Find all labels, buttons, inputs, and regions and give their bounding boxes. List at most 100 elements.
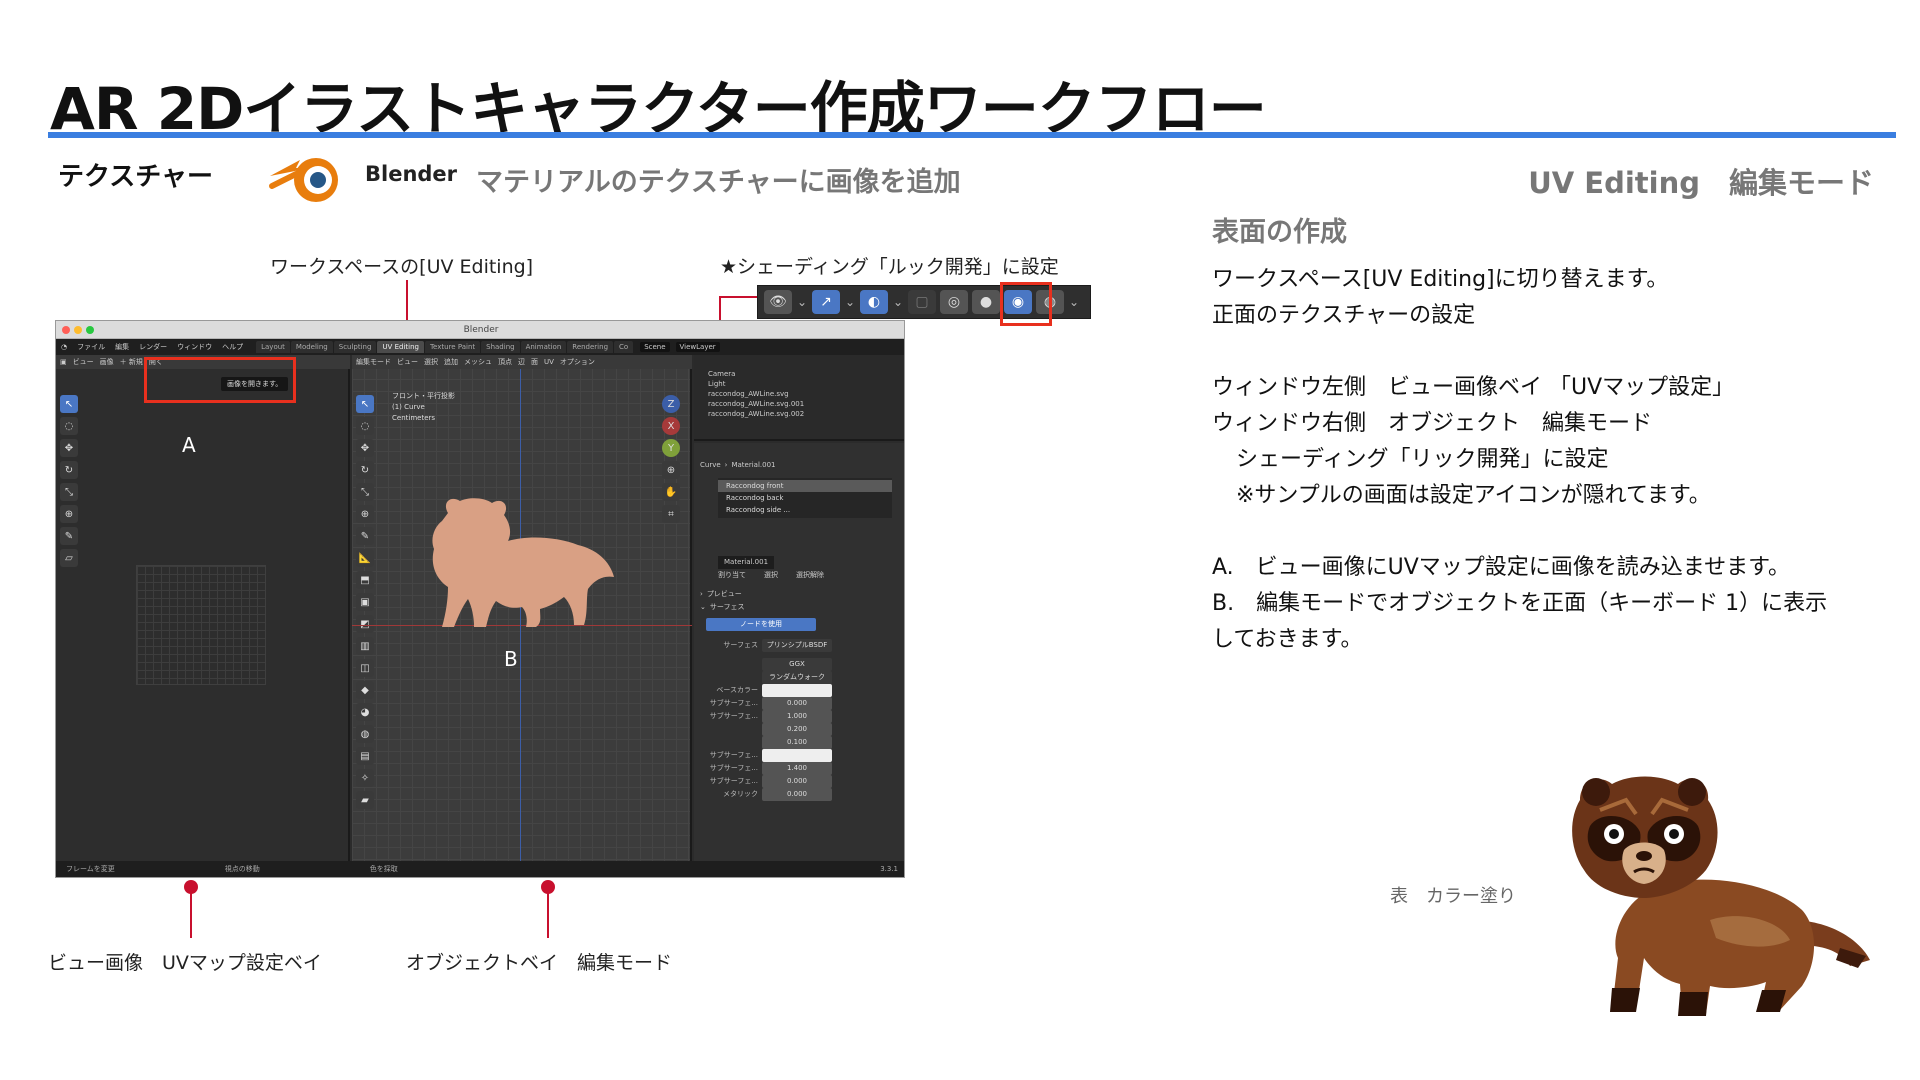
- scene-field[interactable]: Scene: [640, 342, 670, 352]
- axis-x-icon[interactable]: X: [662, 417, 680, 435]
- measure-tool-icon[interactable]: 📐: [356, 549, 374, 567]
- outliner-item[interactable]: raccondog_AWLine.svg.002: [694, 409, 904, 419]
- annotate-tool-icon[interactable]: ✎: [60, 527, 78, 545]
- overlay-icon[interactable]: ◐: [860, 290, 888, 314]
- surface-panel[interactable]: ⌄ サーフェス: [694, 601, 904, 614]
- tab-animation[interactable]: Animation: [520, 341, 567, 353]
- chevron-down-icon[interactable]: ⌄: [796, 295, 808, 309]
- outliner-item[interactable]: Light: [694, 379, 904, 389]
- menu-view[interactable]: ビュー: [73, 357, 94, 367]
- preview-panel[interactable]: › プレビュー: [694, 588, 904, 601]
- select-tool-icon[interactable]: ↖: [356, 395, 374, 413]
- view-layer-field[interactable]: ViewLayer: [675, 342, 720, 352]
- smooth-tool-icon[interactable]: ◍: [356, 725, 374, 743]
- maximize-icon[interactable]: [86, 326, 94, 334]
- cursor-tool-icon[interactable]: ◌: [356, 417, 374, 435]
- menu-view[interactable]: ビュー: [397, 357, 418, 367]
- property-value[interactable]: 0.000: [762, 775, 832, 788]
- menu-uv[interactable]: UV: [544, 358, 554, 366]
- select-button[interactable]: 選択: [764, 569, 778, 582]
- shrink-tool-icon[interactable]: ✧: [356, 769, 374, 787]
- xray-icon[interactable]: ▢: [908, 290, 936, 314]
- rotate-tool-icon[interactable]: ↻: [356, 461, 374, 479]
- chevron-down-icon[interactable]: ⌄: [844, 295, 856, 309]
- pan-hand-icon[interactable]: ✋: [662, 483, 680, 501]
- mode-dropdown[interactable]: 編集モード: [356, 357, 391, 367]
- material-slot[interactable]: Raccondog front: [718, 480, 892, 492]
- blender-menu-icon[interactable]: ◔: [56, 343, 72, 351]
- menu-mesh[interactable]: メッシュ: [464, 357, 492, 367]
- outliner-item[interactable]: raccondog_AWLine.svg.001: [694, 399, 904, 409]
- poly-build-tool-icon[interactable]: ◆: [356, 681, 374, 699]
- move-tool-icon[interactable]: ✥: [60, 439, 78, 457]
- loop-cut-tool-icon[interactable]: ▥: [356, 637, 374, 655]
- menu-help[interactable]: ヘルプ: [217, 342, 248, 352]
- property-value[interactable]: 0.000: [762, 788, 832, 801]
- knife-tool-icon[interactable]: ◫: [356, 659, 374, 677]
- gizmo-icon[interactable]: ↗: [812, 290, 840, 314]
- bevel-tool-icon[interactable]: ◩: [356, 615, 374, 633]
- close-icon[interactable]: [62, 326, 70, 334]
- material-slot[interactable]: Raccondog side ...: [718, 504, 892, 516]
- annotate-tool-icon[interactable]: ✎: [356, 527, 374, 545]
- menu-edit[interactable]: 編集: [110, 342, 134, 352]
- tab-compositing[interactable]: Co: [614, 341, 634, 353]
- grab-tool-icon[interactable]: ▱: [60, 549, 78, 567]
- property-value[interactable]: 0.200: [762, 723, 832, 736]
- editor-type-icon[interactable]: ▣: [60, 358, 67, 366]
- inset-tool-icon[interactable]: ▣: [356, 593, 374, 611]
- outliner-item[interactable]: Camera: [694, 369, 904, 379]
- material-slot[interactable]: Raccondog back: [718, 492, 892, 504]
- menu-file[interactable]: ファイル: [72, 342, 110, 352]
- transform-tool-icon[interactable]: ⊕: [60, 505, 78, 523]
- menu-add[interactable]: 追加: [444, 357, 458, 367]
- outliner-item[interactable]: raccondog_AWLine.svg: [694, 389, 904, 399]
- cursor-tool-icon[interactable]: ◌: [60, 417, 78, 435]
- menu-image[interactable]: 画像: [100, 357, 114, 367]
- scale-tool-icon[interactable]: ⤡: [60, 483, 78, 501]
- visibility-icon[interactable]: 👁: [764, 290, 792, 314]
- edge-slide-tool-icon[interactable]: ▤: [356, 747, 374, 765]
- material-name-field[interactable]: Material.001: [718, 556, 775, 569]
- menu-window[interactable]: ウィンドウ: [172, 342, 217, 352]
- property-value[interactable]: 1.000: [762, 710, 832, 723]
- deselect-button[interactable]: 選択解除: [796, 569, 824, 582]
- assign-button[interactable]: 割り当て: [718, 569, 746, 582]
- tab-sculpting[interactable]: Sculpting: [333, 341, 377, 353]
- solid-shading-icon[interactable]: ●: [972, 290, 1000, 314]
- options-dropdown[interactable]: オプション: [560, 357, 595, 367]
- zoom-icon[interactable]: ⊕: [662, 461, 680, 479]
- surface-shader-field[interactable]: プリンシプルBSDF: [762, 639, 832, 652]
- property-value[interactable]: 0.100: [762, 736, 832, 749]
- wireframe-shading-icon[interactable]: ◎: [940, 290, 968, 314]
- new-image-button[interactable]: ＋ 新規: [120, 357, 143, 367]
- scale-tool-icon[interactable]: ⤡: [356, 483, 374, 501]
- tab-shading[interactable]: Shading: [481, 341, 520, 353]
- extrude-tool-icon[interactable]: ⬒: [356, 571, 374, 589]
- tab-layout[interactable]: Layout: [256, 341, 290, 353]
- rotate-tool-icon[interactable]: ↻: [60, 461, 78, 479]
- tab-modeling[interactable]: Modeling: [290, 341, 333, 353]
- move-tool-icon[interactable]: ✥: [356, 439, 374, 457]
- menu-face[interactable]: 面: [531, 357, 538, 367]
- use-nodes-button[interactable]: ノードを使用: [706, 618, 816, 631]
- tab-rendering[interactable]: Rendering: [567, 341, 614, 353]
- menu-select[interactable]: 選択: [424, 357, 438, 367]
- transform-tool-icon[interactable]: ⊕: [356, 505, 374, 523]
- property-value[interactable]: 0.000: [762, 697, 832, 710]
- menu-edge[interactable]: 辺: [518, 357, 525, 367]
- camera-view-icon[interactable]: ⌗: [662, 505, 680, 523]
- subsurface-method-dropdown[interactable]: ランダムウォーク: [762, 671, 832, 684]
- axis-y-icon[interactable]: Y: [662, 439, 680, 457]
- shear-tool-icon[interactable]: ▰: [356, 791, 374, 809]
- minimize-icon[interactable]: [74, 326, 82, 334]
- color-swatch[interactable]: [762, 749, 832, 762]
- spin-tool-icon[interactable]: ◕: [356, 703, 374, 721]
- axis-z-icon[interactable]: Z: [662, 395, 680, 413]
- base-color-swatch[interactable]: [762, 684, 832, 697]
- menu-vertex[interactable]: 頂点: [498, 357, 512, 367]
- distribution-dropdown[interactable]: GGX: [762, 658, 832, 671]
- menu-render[interactable]: レンダー: [134, 342, 172, 352]
- select-tool-icon[interactable]: ↖: [60, 395, 78, 413]
- chevron-down-icon[interactable]: ⌄: [892, 295, 904, 309]
